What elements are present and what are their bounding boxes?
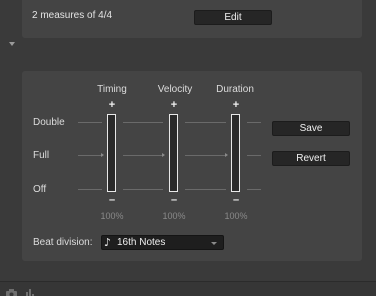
levels-icon[interactable] — [26, 285, 34, 296]
velocity-label: Velocity — [157, 84, 193, 95]
guide-line — [123, 189, 163, 190]
timing-plus-icon[interactable]: + — [106, 100, 118, 111]
chevron-down-icon — [211, 242, 217, 245]
off-label: Off — [33, 184, 47, 195]
duration-label: Duration — [216, 84, 254, 95]
groove-settings-panel — [22, 71, 362, 261]
duration-minus-icon[interactable]: – — [230, 195, 242, 206]
beat-division-label: Beat division: — [33, 237, 93, 248]
guide-line — [78, 155, 102, 156]
double-label: Double — [33, 117, 65, 128]
revert-button[interactable]: Revert — [272, 151, 350, 166]
beat-division-select[interactable]: ♪ 16th Notes — [101, 235, 224, 250]
velocity-minus-icon[interactable]: – — [168, 195, 180, 206]
guide-line — [123, 122, 163, 123]
guide-line — [247, 155, 261, 156]
save-button[interactable]: Save — [272, 121, 350, 136]
sixteenth-note-icon: ♪ — [104, 236, 112, 249]
guide-line — [185, 155, 226, 156]
edit-button[interactable]: Edit — [194, 10, 272, 25]
velocity-slider[interactable] — [169, 114, 178, 192]
measures-text: 2 measures of 4/4 — [32, 10, 113, 21]
guide-line — [78, 189, 102, 190]
guide-line — [247, 189, 261, 190]
guide-line — [78, 122, 102, 123]
timing-minus-icon[interactable]: – — [106, 195, 118, 206]
guide-line — [185, 189, 226, 190]
timing-value: 100% — [100, 211, 124, 221]
marker-arrow-icon — [225, 153, 228, 157]
timing-label: Timing — [97, 84, 127, 95]
duration-value: 100% — [224, 211, 248, 221]
marker-arrow-icon — [101, 153, 104, 157]
camera-icon[interactable] — [6, 285, 17, 296]
timing-slider[interactable] — [107, 114, 116, 192]
velocity-value: 100% — [162, 211, 186, 221]
disclosure-triangle-icon[interactable] — [9, 42, 15, 46]
marker-arrow-icon — [162, 153, 165, 157]
full-label: Full — [33, 150, 50, 161]
guide-line — [123, 155, 163, 156]
bottom-toolbar — [0, 281, 376, 296]
guide-line — [185, 122, 226, 123]
beat-division-value: 16th Notes — [117, 237, 166, 248]
duration-slider[interactable] — [231, 114, 240, 192]
guide-line — [247, 122, 261, 123]
velocity-plus-icon[interactable]: + — [168, 100, 180, 111]
duration-plus-icon[interactable]: + — [230, 100, 242, 111]
